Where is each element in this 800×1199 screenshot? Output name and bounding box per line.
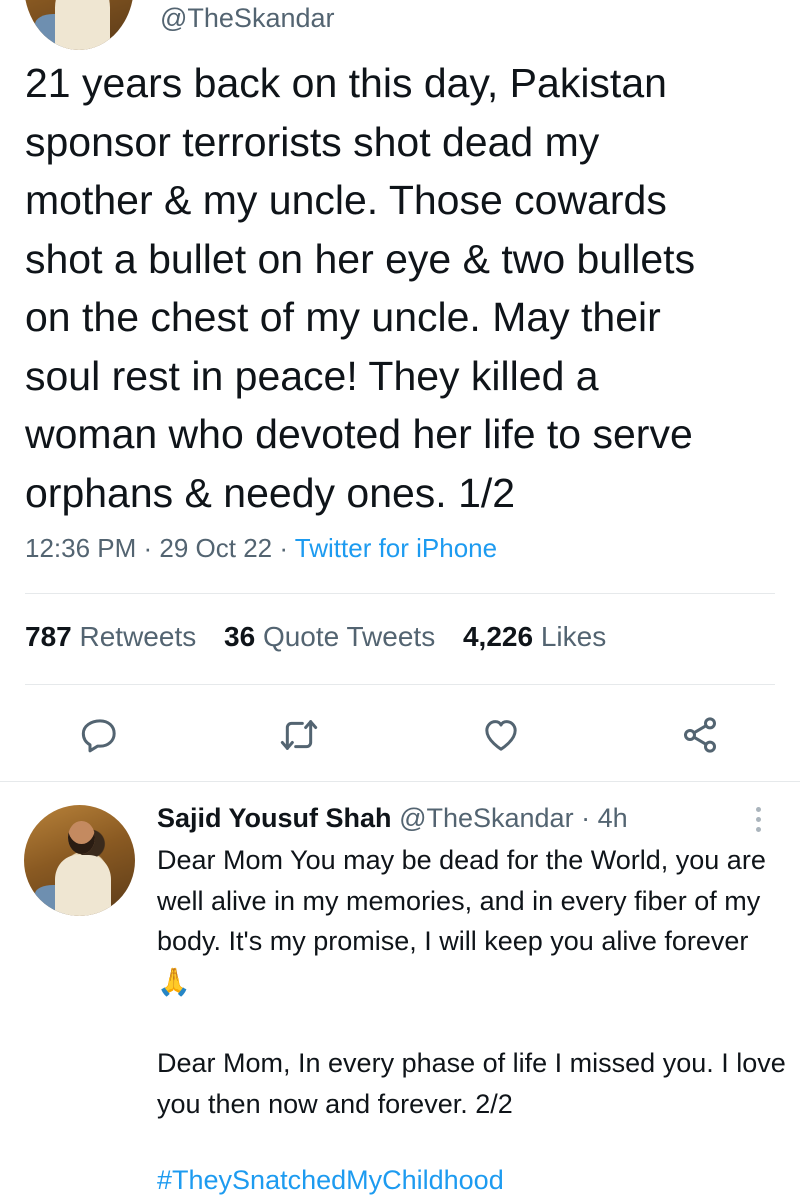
tweet-meta: 12:36 PM · 29 Oct 22 · Twitter for iPhon… bbox=[25, 533, 497, 564]
divider bbox=[25, 593, 775, 594]
retweet-button[interactable] bbox=[277, 713, 321, 757]
like-button[interactable] bbox=[479, 713, 523, 757]
retweets-count: 787 bbox=[25, 621, 72, 652]
author-handle[interactable]: @TheSkandar bbox=[160, 3, 335, 34]
heart-icon bbox=[485, 720, 517, 751]
likes-label: Likes bbox=[540, 621, 607, 652]
likes-count: 4,226 bbox=[462, 621, 534, 652]
reply-author-avatar[interactable] bbox=[24, 805, 135, 916]
meta-separator: · bbox=[272, 533, 295, 563]
quotes-stat[interactable]: 36 Quote Tweets bbox=[224, 621, 435, 652]
header-separator: · bbox=[573, 803, 598, 833]
reply-button[interactable] bbox=[78, 713, 122, 757]
reply-author-name[interactable]: Sajid Yousuf Shah bbox=[157, 803, 392, 833]
share-button[interactable] bbox=[678, 713, 722, 757]
divider bbox=[0, 781, 800, 782]
more-options-icon[interactable] bbox=[748, 804, 768, 834]
share-icon bbox=[683, 717, 717, 753]
reply-timestamp[interactable]: 4h bbox=[598, 803, 628, 833]
reply-header: Sajid Yousuf Shah @TheSkandar · 4h bbox=[157, 803, 628, 834]
quotes-label: Quote Tweets bbox=[262, 621, 436, 652]
author-avatar[interactable] bbox=[24, 0, 134, 50]
quotes-count: 36 bbox=[224, 621, 256, 652]
reply-text-paragraph: Dear Mom, In every phase of life I misse… bbox=[157, 1048, 786, 1119]
tweet-stats: 787 Retweets 36 Quote Tweets 4,226 Likes bbox=[25, 621, 626, 653]
tweet-time: 12:36 PM bbox=[25, 533, 137, 563]
retweet-icon bbox=[280, 720, 318, 750]
reply-author-handle[interactable]: @TheSkandar bbox=[399, 803, 574, 833]
tweet-source-link[interactable]: Twitter for iPhone bbox=[295, 533, 497, 563]
reply-icon bbox=[81, 719, 116, 753]
divider bbox=[25, 684, 775, 685]
retweets-label: Retweets bbox=[79, 621, 197, 652]
retweets-stat[interactable]: 787 Retweets bbox=[25, 621, 196, 652]
tweet-text: 21 years back on this day, Pakistan spon… bbox=[25, 60, 696, 516]
reply-text-paragraph: Dear Mom You may be dead for the World, … bbox=[157, 845, 766, 997]
likes-stat[interactable]: 4,226 Likes bbox=[463, 621, 606, 652]
meta-separator: · bbox=[136, 533, 160, 563]
tweet-date[interactable]: 29 Oct 22 bbox=[159, 533, 272, 563]
hashtag-link[interactable]: #TheySnatchedMyChildhood bbox=[157, 1165, 504, 1196]
